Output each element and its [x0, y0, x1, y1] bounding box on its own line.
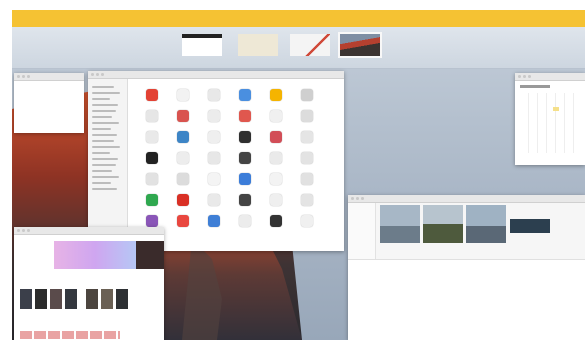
app-icon[interactable] [208, 173, 220, 185]
photo-thumbnail[interactable] [423, 205, 463, 243]
app-icon[interactable] [239, 215, 251, 227]
window-itunes[interactable] [14, 227, 164, 340]
photo-thumbnail[interactable] [466, 205, 506, 243]
window-controls[interactable] [91, 73, 104, 76]
mission-control-screenshot [0, 0, 585, 340]
app-icon[interactable] [270, 215, 282, 227]
app-icon[interactable] [146, 194, 158, 206]
window-titlebar[interactable] [348, 195, 585, 203]
app-icon[interactable] [208, 89, 220, 101]
app-icon[interactable] [270, 194, 282, 206]
window-photos[interactable] [348, 195, 585, 340]
calendar-grid [520, 93, 580, 153]
calendar-event[interactable] [553, 107, 559, 111]
window-titlebar[interactable] [14, 227, 164, 235]
mission-control-view [12, 27, 585, 340]
album-artwork[interactable] [86, 289, 98, 309]
app-icon[interactable] [301, 110, 313, 122]
album-artwork[interactable] [50, 289, 62, 309]
spaces-bar [12, 27, 585, 69]
featured-artwork[interactable] [136, 241, 164, 269]
app-icon[interactable] [301, 89, 313, 101]
app-icon[interactable] [239, 173, 251, 185]
window-controls[interactable] [518, 75, 531, 78]
app-icon-grid [146, 89, 315, 227]
window-controls[interactable] [17, 229, 30, 232]
app-icon[interactable] [177, 173, 189, 185]
calendar-heading [520, 85, 550, 88]
app-icon[interactable] [177, 194, 189, 206]
album-artwork[interactable] [20, 289, 32, 309]
app-icon[interactable] [177, 215, 189, 227]
album-artwork[interactable] [35, 289, 47, 309]
app-icon[interactable] [239, 194, 251, 206]
app-icon[interactable] [177, 152, 189, 164]
window-titlebar[interactable] [515, 73, 585, 81]
app-icon[interactable] [239, 89, 251, 101]
space-thumbnail-2[interactable] [236, 32, 280, 58]
space-thumbnail-desktop[interactable] [338, 32, 382, 58]
app-icon[interactable] [301, 194, 313, 206]
album-artwork[interactable] [116, 289, 128, 309]
app-icon[interactable] [146, 89, 158, 101]
photos-sidebar [348, 203, 376, 263]
window-titlebar[interactable] [88, 71, 344, 79]
app-icon[interactable] [208, 194, 220, 206]
album-artwork[interactable] [101, 289, 113, 309]
app-icon[interactable] [301, 131, 313, 143]
app-icon[interactable] [208, 215, 220, 227]
album-row [20, 331, 120, 339]
app-icon[interactable] [270, 152, 282, 164]
app-icon[interactable] [301, 152, 313, 164]
app-icon[interactable] [270, 89, 282, 101]
photo-thumbnail[interactable] [380, 205, 420, 243]
window-text-editor[interactable] [14, 73, 84, 133]
app-icon[interactable] [146, 215, 158, 227]
app-icon[interactable] [239, 131, 251, 143]
photos-content [348, 259, 585, 340]
space-thumbnail-3[interactable] [288, 32, 332, 58]
app-icon[interactable] [208, 152, 220, 164]
window-titlebar[interactable] [14, 73, 84, 81]
app-icon[interactable] [146, 152, 158, 164]
featured-banner[interactable] [54, 241, 136, 269]
photo-thumbnail[interactable] [510, 219, 550, 233]
app-icon[interactable] [301, 215, 313, 227]
window-calendar[interactable] [515, 73, 585, 165]
app-icon[interactable] [146, 131, 158, 143]
window-app-folder[interactable] [88, 71, 344, 251]
app-icon[interactable] [146, 110, 158, 122]
app-icon[interactable] [208, 131, 220, 143]
accent-bar [12, 10, 585, 27]
album-artwork[interactable] [65, 289, 77, 309]
app-icon[interactable] [301, 173, 313, 185]
app-icon[interactable] [239, 152, 251, 164]
folder-sidebar [88, 79, 128, 251]
app-icon[interactable] [177, 131, 189, 143]
app-icon[interactable] [270, 131, 282, 143]
window-controls[interactable] [17, 75, 30, 78]
app-icon[interactable] [208, 110, 220, 122]
app-icon[interactable] [177, 110, 189, 122]
window-controls[interactable] [351, 197, 364, 200]
app-icon[interactable] [270, 110, 282, 122]
app-icon[interactable] [270, 173, 282, 185]
app-icon[interactable] [239, 110, 251, 122]
space-thumbnail-1[interactable] [180, 32, 224, 58]
app-icon[interactable] [146, 173, 158, 185]
app-icon[interactable] [177, 89, 189, 101]
